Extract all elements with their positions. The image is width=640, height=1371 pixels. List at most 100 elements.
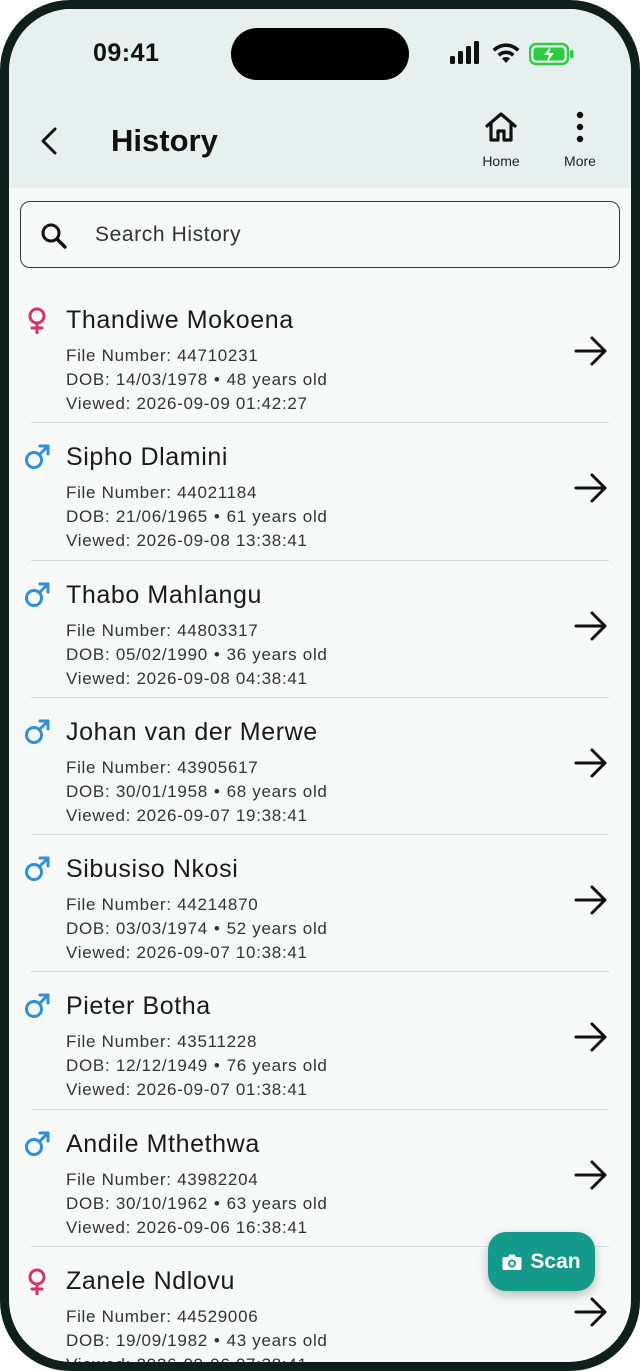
age-value: 68 years old xyxy=(226,781,328,801)
file-number-label: File Number: xyxy=(66,895,172,915)
dob-label: DOB: xyxy=(66,644,111,664)
age-value: 76 years old xyxy=(226,1056,328,1076)
date-of-birth: DOB: 12/12/1949 • 76 years old xyxy=(66,1056,328,1076)
dob-label: DOB: xyxy=(66,781,111,801)
file-number: File Number: 44710231 xyxy=(66,346,258,366)
separator-dot: • xyxy=(213,644,221,664)
back-button[interactable] xyxy=(33,123,65,159)
dob-value: 03/03/1974 xyxy=(115,919,208,939)
arrow-right-icon[interactable] xyxy=(573,333,609,369)
file-number-value: 43905617 xyxy=(177,757,259,777)
arrow-right-icon[interactable] xyxy=(573,1294,609,1330)
arrow-right-icon[interactable] xyxy=(573,745,609,781)
home-button[interactable]: Home xyxy=(466,109,536,181)
search-box[interactable] xyxy=(20,201,620,268)
more-label: More xyxy=(564,153,596,169)
separator-dot: • xyxy=(213,1056,221,1076)
dob-value: 14/03/1978 xyxy=(115,370,208,389)
file-number-value: 43982204 xyxy=(177,1169,259,1189)
file-number-label: File Number: xyxy=(66,346,172,365)
date-of-birth: DOB: 05/02/1990 • 36 years old xyxy=(66,645,328,665)
file-number: File Number: 44803317 xyxy=(66,621,258,641)
date-of-birth: DOB: 30/01/1958 • 68 years old xyxy=(66,782,328,802)
dob-label: DOB: xyxy=(66,1056,111,1076)
dob-label: DOB: xyxy=(66,1331,111,1351)
separator-dot: • xyxy=(213,1331,221,1351)
viewed-value: 2026-09-06 16:38:41 xyxy=(136,1217,308,1237)
age-value: 63 years old xyxy=(226,1193,328,1213)
history-row[interactable]: Johan van der Merwe File Number: 43905617… xyxy=(25,698,609,836)
viewed-value: 2026-09-07 19:38:41 xyxy=(136,805,308,825)
file-number-value: 44214870 xyxy=(177,895,259,915)
male-icon xyxy=(23,1130,51,1158)
viewed-value: 2026-09-07 01:38:41 xyxy=(136,1080,308,1100)
date-of-birth: DOB: 03/03/1974 • 52 years old xyxy=(66,919,328,939)
viewed-label: Viewed: xyxy=(66,394,132,413)
scan-button[interactable]: Scan xyxy=(488,1232,595,1291)
separator-dot: • xyxy=(213,781,221,801)
male-icon xyxy=(23,581,51,609)
viewed-label: Viewed: xyxy=(66,805,132,825)
viewed-value: 2026-09-06 07:38:41 xyxy=(137,1355,308,1362)
patient-name: Thandiwe Mokoena xyxy=(66,306,294,334)
status-time: 09:41 xyxy=(93,39,160,67)
patient-name: Andile Mthethwa xyxy=(66,1129,260,1158)
viewed-time: Viewed: 2026-09-08 13:38:41 xyxy=(66,531,308,551)
file-number: File Number: 43511228 xyxy=(66,1032,257,1052)
date-of-birth: DOB: 14/03/1978 • 48 years old xyxy=(66,370,328,390)
patient-name: Sipho Dlamini xyxy=(66,443,229,472)
history-row[interactable]: Sibusiso Nkosi File Number: 44214870 DOB: … xyxy=(25,835,609,973)
history-row[interactable]: Sipho Dlamini File Number: 44021184 DOB: 2… xyxy=(25,423,609,561)
viewed-label: Viewed: xyxy=(66,668,132,688)
separator-dot: • xyxy=(213,370,221,389)
male-icon xyxy=(23,992,51,1020)
viewed-label: Viewed: xyxy=(66,1080,132,1100)
viewed-label: Viewed: xyxy=(66,1217,132,1237)
file-number-label: File Number: xyxy=(66,1169,172,1189)
female-icon xyxy=(23,306,51,335)
arrow-right-icon[interactable] xyxy=(573,882,609,918)
dob-label: DOB: xyxy=(66,1193,111,1213)
history-row[interactable]: Pieter Botha File Number: 43511228 DOB: 12… xyxy=(25,972,609,1110)
dob-value: 30/01/1958 xyxy=(115,781,208,801)
history-row[interactable]: Thabo Mahlangu File Number: 44803317 DOB: … xyxy=(25,561,609,698)
viewed-time: Viewed: 2026-09-09 01:42:27 xyxy=(66,394,308,414)
phone-frame: 09:41 History Home More Search History T… xyxy=(0,0,640,1371)
viewed-time: Viewed: 2026-09-07 01:38:41 xyxy=(66,1080,308,1100)
viewed-label: Viewed: xyxy=(66,943,132,963)
viewed-time: Viewed: 2026-09-06 16:38:41 xyxy=(66,1218,308,1238)
file-number-label: File Number: xyxy=(66,620,172,640)
arrow-right-icon[interactable] xyxy=(573,1157,609,1193)
dynamic-island xyxy=(231,28,409,80)
history-row[interactable]: Andile Mthethwa File Number: 43982204 DOB:… xyxy=(25,1110,609,1248)
female-icon xyxy=(23,1267,51,1296)
file-number-value: 44529006 xyxy=(177,1307,259,1327)
more-button[interactable]: More xyxy=(545,109,615,181)
viewed-label: Viewed: xyxy=(66,531,132,551)
viewed-label: Viewed: xyxy=(66,1355,131,1362)
viewed-value: 2026-09-08 04:38:41 xyxy=(136,668,308,688)
search-input[interactable] xyxy=(95,216,595,254)
wifi-icon xyxy=(492,43,520,63)
dob-label: DOB: xyxy=(66,507,111,527)
patient-name: Zanele Ndlovu xyxy=(66,1267,236,1296)
file-number-value: 43511228 xyxy=(177,1032,258,1052)
screen: 09:41 History Home More Search History T… xyxy=(9,9,631,1362)
patient-name: Sibusiso Nkosi xyxy=(66,855,239,884)
signal-icon xyxy=(450,41,479,64)
patient-name: Thabo Mahlangu xyxy=(66,580,263,609)
separator-dot: • xyxy=(213,507,221,527)
history-row[interactable]: Thandiwe Mokoena File Number: 44710231 DOB… xyxy=(28,286,609,424)
file-number: File Number: 44214870 xyxy=(66,895,258,915)
file-number: File Number: 43905617 xyxy=(66,758,258,778)
arrow-right-icon[interactable] xyxy=(573,608,609,644)
dob-label: DOB: xyxy=(66,370,111,389)
viewed-value: 2026-09-08 13:38:41 xyxy=(136,531,308,551)
age-value: 36 years old xyxy=(226,644,328,664)
separator-dot: • xyxy=(213,1193,221,1213)
arrow-right-icon[interactable] xyxy=(573,470,609,506)
home-label: Home xyxy=(482,153,520,169)
age-value: 43 years old xyxy=(226,1331,328,1351)
male-icon xyxy=(23,443,51,471)
arrow-right-icon[interactable] xyxy=(573,1019,609,1055)
